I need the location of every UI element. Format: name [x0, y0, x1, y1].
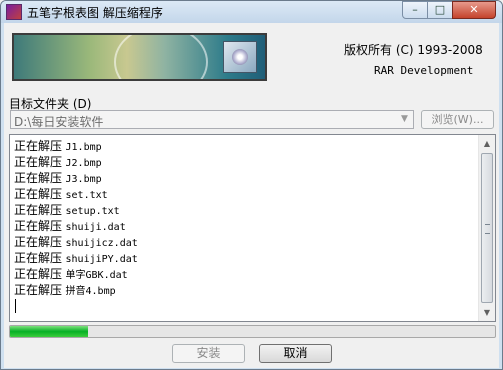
log-line: 正在解压 J1.bmp [14, 138, 138, 154]
log-line-action: 正在解压 [14, 155, 63, 169]
text-caret [15, 299, 16, 313]
install-button[interactable]: 安装 [172, 344, 245, 363]
log-line-filename: setup.txt [65, 206, 120, 217]
log-line-action: 正在解压 [14, 203, 63, 217]
scroll-up-arrow-icon[interactable]: ▲ [479, 135, 495, 152]
winrar-logo-icon [223, 41, 257, 73]
log-line-filename: shuiji.dat [65, 222, 126, 233]
scrollbar-grip-icon [485, 224, 490, 234]
log-line-filename: set.txt [65, 190, 108, 201]
log-line: 正在解压 拼音4.bmp [14, 282, 138, 298]
minimize-button[interactable]: – [402, 1, 428, 19]
log-line-action: 正在解压 [14, 267, 63, 281]
log-line: 正在解压 shuijicz.dat [14, 234, 138, 250]
log-line: 正在解压 shuijiPY.dat [14, 250, 138, 266]
extraction-log[interactable]: 正在解压 J1.bmp 正在解压 J2.bmp 正在解压 J3.bmp 正在解压 se… [9, 134, 496, 322]
log-lines: 正在解压 J1.bmp 正在解压 J2.bmp 正在解压 J3.bmp 正在解压 se… [14, 138, 138, 298]
log-line-action: 正在解压 [14, 171, 63, 185]
close-button[interactable]: ✕ [452, 1, 496, 19]
copyright-text: 版权所有 (C) 1993-2008 [344, 43, 483, 57]
vertical-scrollbar[interactable]: ▲ ▼ [478, 135, 495, 321]
log-line-action: 正在解压 [14, 139, 63, 153]
disc-icon [232, 49, 248, 65]
title-bar[interactable]: 五笔字根表图 解压缩程序 – □ ✕ [1, 1, 502, 23]
log-line-filename: J2.bmp [65, 158, 102, 169]
target-folder-value: D:\每日安装软件 [14, 115, 104, 129]
log-line: 正在解压 J3.bmp [14, 170, 138, 186]
log-line-filename: shuijiPY.dat [65, 254, 138, 265]
chevron-down-icon[interactable]: ▼ [396, 111, 413, 128]
log-line-filename: J1.bmp [65, 142, 102, 153]
log-line-action: 正在解压 [14, 235, 63, 249]
installer-window: 五笔字根表图 解压缩程序 – □ ✕ 版权所有 (C) 1993-2008 RA… [0, 0, 503, 370]
window-title: 五笔字根表图 解压缩程序 [27, 6, 163, 20]
extraction-progress-bar [9, 325, 496, 338]
log-line: 正在解压 J2.bmp [14, 154, 138, 170]
log-line-filename: J3.bmp [65, 174, 102, 185]
winrar-app-icon [6, 4, 22, 20]
log-line: 正在解压 单字GBK.dat [14, 266, 138, 282]
log-line: 正在解压 setup.txt [14, 202, 138, 218]
log-line-action: 正在解压 [14, 251, 63, 265]
banner-swirl-decoration [114, 35, 208, 79]
log-line: 正在解压 shuiji.dat [14, 218, 138, 234]
log-line-filename: shuijicz.dat [65, 238, 138, 249]
log-line-action: 正在解压 [14, 283, 63, 297]
browse-button[interactable]: 浏览(W)... [421, 110, 494, 129]
dialog-body: 版权所有 (C) 1993-2008 RAR Development 目标文件夹… [4, 23, 499, 368]
log-line-action: 正在解压 [14, 219, 63, 233]
cancel-button[interactable]: 取消 [259, 344, 332, 363]
scroll-down-arrow-icon[interactable]: ▼ [479, 304, 495, 321]
target-folder-combo[interactable]: D:\每日安装软件 ▼ [10, 110, 414, 129]
log-line-filename: 拼音4.bmp [65, 286, 116, 297]
company-text: RAR Development [374, 64, 474, 77]
scrollbar-thumb[interactable] [481, 153, 493, 303]
banner-image [12, 33, 267, 81]
maximize-button[interactable]: □ [427, 1, 453, 19]
progress-fill [10, 326, 88, 337]
log-line-filename: 单字GBK.dat [65, 270, 128, 281]
log-line: 正在解压 set.txt [14, 186, 138, 202]
log-line-action: 正在解压 [14, 187, 63, 201]
